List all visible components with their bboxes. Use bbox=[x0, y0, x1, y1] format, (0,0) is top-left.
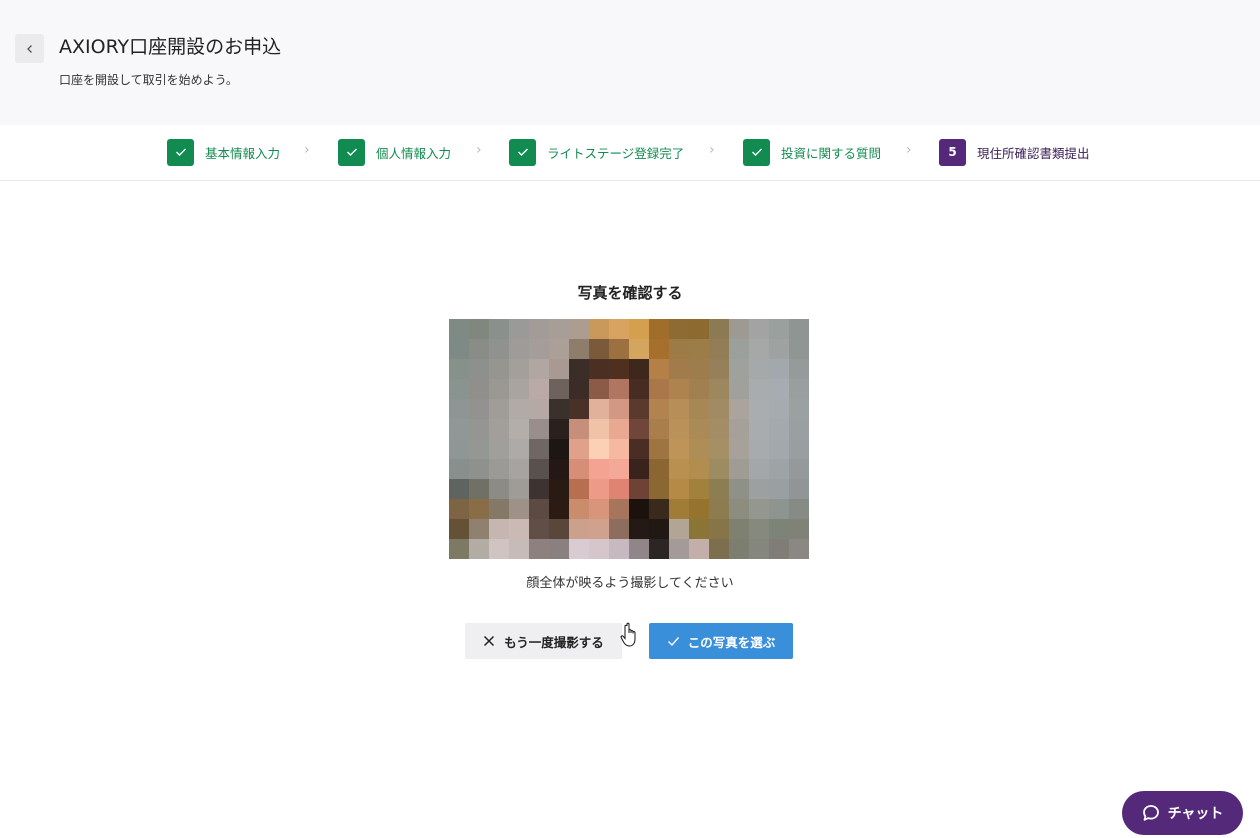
check-icon bbox=[667, 636, 679, 646]
page-subtitle: 口座を開設して取引を始めよう。 bbox=[59, 73, 238, 87]
page-title: AXIORY口座開設のお申込 bbox=[59, 36, 282, 58]
step-label: 投資に関する質問 bbox=[781, 145, 882, 161]
step-separator-icon: › bbox=[709, 142, 715, 158]
step-separator-icon: › bbox=[476, 142, 482, 158]
choose-photo-label: この写真を選ぶ bbox=[687, 634, 776, 650]
step-basic-info: 基本情報入力 bbox=[167, 138, 280, 166]
chevron-left-icon bbox=[26, 44, 32, 53]
retake-photo-button[interactable]: もう一度撮影する bbox=[465, 623, 622, 659]
step-address-document: 5 現住所確認書類提出 bbox=[939, 138, 1090, 166]
step-label: 個人情報入力 bbox=[376, 145, 452, 161]
retake-photo-label: もう一度撮影する bbox=[504, 634, 604, 650]
progress-stepper: 基本情報入力 › 個人情報入力 › ライトステージ登録完了 › 投資に関する質問… bbox=[0, 125, 1260, 181]
photo-hint-text: 顔全体が映るよう撮影してください bbox=[526, 576, 734, 591]
back-button[interactable] bbox=[15, 34, 44, 63]
step-number-badge: 5 bbox=[939, 138, 966, 166]
captured-photo-preview bbox=[449, 319, 809, 559]
step-label: 現住所確認書類提出 bbox=[977, 145, 1090, 161]
hand-pointer-cursor-icon bbox=[620, 622, 636, 647]
step-personal-info: 個人情報入力 bbox=[338, 138, 451, 166]
step-separator-icon: › bbox=[906, 142, 912, 158]
step-check-icon bbox=[167, 138, 194, 166]
close-icon bbox=[484, 635, 495, 647]
step-light-stage: ライトステージ登録完了 bbox=[509, 138, 684, 166]
step-label: 基本情報入力 bbox=[205, 145, 281, 161]
step-check-icon bbox=[743, 138, 770, 166]
confirm-photo-title: 写真を確認する bbox=[577, 284, 683, 302]
step-investment-questions: 投資に関する質問 bbox=[743, 138, 881, 166]
step-check-icon bbox=[338, 138, 365, 166]
choose-photo-button[interactable]: この写真を選ぶ bbox=[649, 623, 793, 659]
chat-button[interactable]: チャット bbox=[1122, 791, 1243, 835]
page-header: AXIORY口座開設のお申込 口座を開設して取引を始めよう。 bbox=[0, 0, 1260, 125]
chat-bubble-icon bbox=[1142, 805, 1159, 821]
step-label: ライトステージ登録完了 bbox=[547, 145, 685, 161]
step-separator-icon: › bbox=[304, 142, 310, 158]
chat-label: チャット bbox=[1167, 806, 1224, 822]
step-check-icon bbox=[509, 138, 536, 166]
